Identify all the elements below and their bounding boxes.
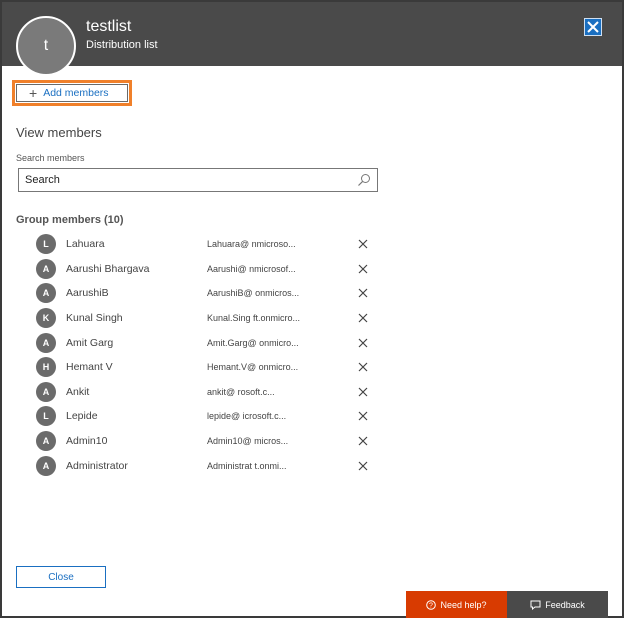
group-avatar-initial: t (43, 37, 49, 54)
member-avatar: A (36, 332, 56, 353)
member-row: A Amit Garg Amit.Garg@ onmicro... (36, 330, 376, 355)
member-initial: A (42, 288, 50, 299)
members-list: L Lahuara Lahuara@ nmicroso... A Aarushi… (36, 232, 376, 478)
member-row: A Ankit ankit@ rosoft.c... (36, 380, 376, 405)
member-avatar: A (36, 431, 56, 452)
member-initial: K (42, 313, 50, 324)
panel-frame: t testlist Distribution list + Add membe… (0, 0, 624, 618)
panel-header: t testlist Distribution list (2, 2, 622, 76)
member-avatar: A (36, 455, 56, 476)
member-avatar: A (36, 381, 56, 402)
member-row: A AarushiB AarushiB@ onmicros... (36, 281, 376, 306)
remove-member-icon[interactable] (357, 287, 369, 299)
member-avatar: K (36, 308, 56, 329)
need-help-button[interactable]: ? Need help? (406, 591, 507, 618)
member-initial: L (43, 239, 49, 250)
member-email: Hemant.V@ onmicro... (207, 362, 299, 373)
member-name: Admin10 (66, 435, 108, 448)
need-help-label: Need help? (440, 599, 487, 610)
member-avatar: A (36, 283, 56, 304)
search-input[interactable]: Search (18, 168, 378, 192)
member-email: Administrat t.onmi... (207, 460, 287, 471)
member-row: K Kunal Singh Kunal.Sing ft.onmicro... (36, 306, 376, 331)
feedback-button[interactable]: Feedback (507, 591, 608, 618)
remove-member-icon[interactable] (357, 361, 369, 373)
group-title: testlist (86, 18, 132, 35)
add-members-button[interactable]: + Add members (16, 84, 128, 102)
member-initial: H (42, 362, 50, 373)
close-panel-button[interactable] (584, 18, 602, 36)
member-name: Amit Garg (66, 336, 114, 349)
member-email: AarushiB@ onmicros... (207, 288, 300, 299)
member-initial: A (42, 436, 50, 447)
member-avatar: L (36, 406, 56, 427)
member-email: lepide@ icrosoft.c... (207, 411, 287, 422)
member-name: Ankit (66, 385, 90, 398)
view-members-heading: View members (16, 125, 102, 140)
member-email: Admin10@ micros... (207, 436, 289, 447)
remove-member-icon[interactable] (357, 435, 369, 447)
help-icon: ? (426, 599, 437, 610)
member-email: Amit.Garg@ onmicro... (207, 337, 299, 348)
member-initial: A (42, 386, 50, 397)
close-icon (587, 21, 599, 33)
member-avatar: A (36, 258, 56, 279)
member-name: Administrator (66, 459, 128, 472)
remove-member-icon[interactable] (357, 337, 369, 349)
member-initial: A (42, 460, 50, 471)
member-name: Aarushi Bhargava (66, 262, 150, 275)
feedback-icon (530, 600, 541, 610)
member-row: L Lepide lepide@ icrosoft.c... (36, 404, 376, 429)
feedback-label: Feedback (545, 599, 585, 610)
member-row: A Admin10 Admin10@ micros... (36, 429, 376, 454)
search-input-value: Search (25, 174, 60, 186)
remove-member-icon[interactable] (357, 410, 369, 422)
svg-text:?: ? (430, 602, 434, 609)
member-name: Lepide (66, 410, 98, 423)
member-email: ankit@ rosoft.c... (207, 386, 275, 397)
member-avatar: H (36, 357, 56, 378)
member-initial: A (42, 337, 50, 348)
member-initial: A (42, 263, 50, 274)
group-subtitle: Distribution list (86, 39, 158, 51)
member-email: Aarushi@ nmicrosof... (207, 263, 296, 274)
member-email: Kunal.Sing ft.onmicro... (207, 313, 301, 324)
remove-member-icon[interactable] (357, 238, 369, 250)
add-members-label: Add members (43, 87, 109, 99)
member-avatar: L (36, 234, 56, 255)
member-row: A Aarushi Bhargava Aarushi@ nmicrosof... (36, 257, 376, 282)
member-initial: L (43, 411, 49, 422)
member-name: Hemant V (66, 361, 113, 374)
plus-icon: + (29, 85, 38, 101)
member-row: L Lahuara Lahuara@ nmicroso... (36, 232, 376, 257)
group-avatar: t (16, 16, 76, 76)
remove-member-icon[interactable] (357, 312, 369, 324)
remove-member-icon[interactable] (357, 460, 369, 472)
member-row: A Administrator Administrat t.onmi... (36, 453, 376, 478)
remove-member-icon[interactable] (357, 263, 369, 275)
search-members-label: Search members (16, 153, 85, 163)
member-email: Lahuara@ nmicroso... (207, 239, 296, 250)
close-button[interactable]: Close (16, 566, 106, 588)
member-name: Kunal Singh (66, 312, 123, 325)
remove-member-icon[interactable] (357, 386, 369, 398)
member-name: Lahuara (66, 238, 105, 251)
search-icon[interactable] (357, 173, 371, 187)
member-name: AarushiB (66, 287, 109, 300)
group-members-heading: Group members (10) (16, 214, 124, 226)
member-row: H Hemant V Hemant.V@ onmicro... (36, 355, 376, 380)
